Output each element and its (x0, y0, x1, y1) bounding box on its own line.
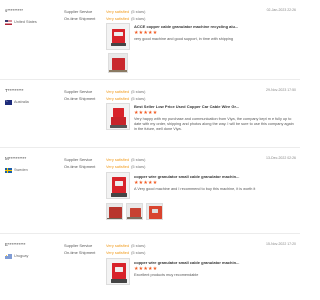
review-date: 13-Dec-2022 02:26 (266, 156, 296, 160)
shipment-rating: Very satisfied (5 stars) (106, 95, 296, 102)
review-photos (106, 203, 163, 220)
rating-count: (5 stars) (131, 243, 146, 248)
service-labels: Supplier Service On-time Shipment (64, 242, 104, 256)
rating-text: Very satisfied (106, 9, 130, 14)
review-photo[interactable] (126, 203, 143, 220)
supplier-service-label: Supplier Service (64, 243, 93, 248)
review-comment: very good machine and good support, in t… (134, 37, 233, 41)
sweden-flag-icon (5, 168, 12, 173)
product-thumbnail[interactable] (106, 172, 130, 199)
rating-count: (5 stars) (131, 157, 146, 162)
service-labels: Supplier Service On-time Shipment (64, 8, 104, 22)
rating-text: Very satisfied (106, 250, 130, 255)
review-photo[interactable] (108, 53, 128, 73)
country-name: Sweden (14, 168, 28, 173)
reviewer-country: United States (5, 20, 60, 25)
product-thumbnail[interactable] (106, 23, 130, 50)
on-time-shipment-label: On-time Shipment (64, 164, 96, 169)
rating-text: Very satisfied (106, 16, 130, 21)
reviewer-name: T********* (5, 88, 24, 93)
review-item: E********** Uruguay Supplier Service On-… (0, 234, 300, 300)
rating-count: (5 stars) (131, 164, 146, 169)
australia-flag-icon (5, 100, 12, 105)
uruguay-flag-icon (5, 254, 12, 259)
on-time-shipment-label: On-time Shipment (64, 250, 96, 255)
review-date: 15-Nov-2022 17:20 (266, 242, 296, 246)
supplier-service-label: Supplier Service (64, 9, 93, 14)
review-comment: Very happy with my purchase and communic… (134, 117, 294, 132)
on-time-shipment-label: On-time Shipment (64, 16, 96, 21)
reviewer-name: M********** (5, 156, 27, 161)
reviewer-info: T********* Australia (5, 88, 60, 105)
rating-text: Very satisfied (106, 164, 130, 169)
reviewer-info: M********** Sweden (5, 156, 60, 173)
review-comment: A Very good machine and I recommend to b… (134, 187, 256, 191)
rating-count: (5 stars) (131, 9, 146, 14)
review-date: 29-Nov-2023 17:50 (266, 88, 296, 92)
reviewer-country: Sweden (5, 168, 60, 173)
reviewer-info: E********** Uruguay (5, 242, 60, 259)
country-name: Australia (14, 100, 29, 105)
reviewer-name: E********** (5, 242, 26, 247)
reviewer-country: Uruguay (5, 254, 60, 259)
rating-text: Very satisfied (106, 157, 130, 162)
review-photo[interactable] (106, 203, 123, 220)
review-content: Best Seller Low Price Used Copper Car Ca… (134, 104, 294, 133)
reviewer-info: s********* United States (5, 8, 60, 25)
supplier-service-label: Supplier Service (64, 89, 93, 94)
supplier-service-label: Supplier Service (64, 157, 93, 162)
review-photos (106, 53, 128, 73)
shipment-rating: Very satisfied (5 stars) (106, 249, 296, 256)
rating-count: (5 stars) (131, 89, 146, 94)
review-item: T********* Australia Supplier Service On… (0, 80, 300, 148)
rating-count: (5 stars) (131, 16, 146, 21)
product-thumbnail[interactable] (106, 258, 130, 285)
review-content: ACCE copper cable granulator machine rec… (134, 24, 294, 42)
us-flag-icon (5, 20, 12, 25)
country-name: Uruguay (14, 254, 29, 259)
review-item: M********** Sweden Supplier Service On-t… (0, 148, 300, 234)
on-time-shipment-label: On-time Shipment (64, 96, 96, 101)
review-comment: Excellent products muy recomendable (134, 273, 199, 277)
review-photo[interactable] (146, 203, 163, 220)
review-item: s********* United States Supplier Servic… (0, 0, 300, 80)
rating-text: Very satisfied (106, 243, 130, 248)
rating-count: (5 stars) (131, 250, 146, 255)
rating-text: Very satisfied (106, 89, 130, 94)
shipment-rating: Very satisfied (5 stars) (106, 163, 296, 170)
review-content: copper wire granulator small cable granu… (134, 174, 294, 192)
reviewer-name: s********* (5, 8, 24, 13)
rating-text: Very satisfied (106, 96, 130, 101)
shipment-rating: Very satisfied (5 stars) (106, 15, 296, 22)
product-stars: ★★★★★ (134, 30, 158, 36)
service-labels: Supplier Service On-time Shipment (64, 88, 104, 102)
rating-count: (5 stars) (131, 96, 146, 101)
country-name: United States (14, 20, 37, 25)
review-date: 02-Jan-2023 22:26 (266, 8, 296, 12)
product-stars: ★★★★★ (134, 266, 158, 272)
product-stars: ★★★★★ (134, 110, 158, 116)
review-content: copper wire granulator small cable granu… (134, 260, 294, 278)
reviewer-country: Australia (5, 100, 60, 105)
product-thumbnail[interactable] (106, 103, 130, 130)
product-stars: ★★★★★ (134, 180, 158, 186)
service-labels: Supplier Service On-time Shipment (64, 156, 104, 170)
